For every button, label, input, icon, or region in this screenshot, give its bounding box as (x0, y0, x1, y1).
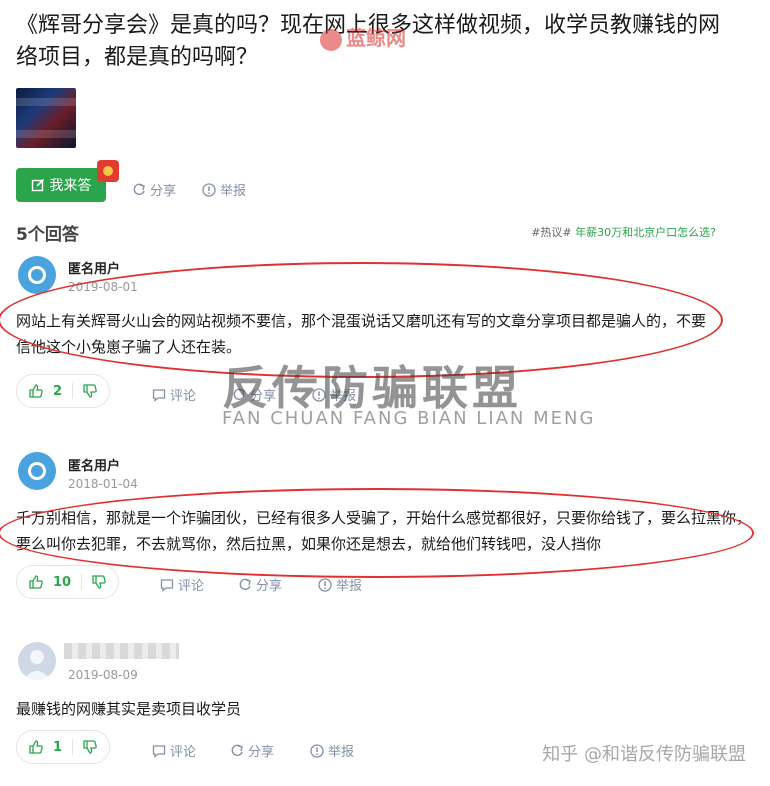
report-label: 举报 (328, 745, 355, 760)
stamp-text: 蓝鲸网 (346, 26, 406, 50)
center-watermark-en: FAN CHUAN FANG BIAN LIAN MENG (222, 408, 596, 429)
hot-topic[interactable]: #热议# 年薪30万和北京户口怎么选? (531, 224, 716, 240)
share-label: 分享 (248, 745, 275, 760)
share-label: 分享 (256, 579, 283, 594)
report-button[interactable]: 举报 (318, 575, 362, 594)
thumb-down-icon[interactable] (92, 575, 106, 589)
report-icon (318, 577, 332, 592)
footer-watermark: 知乎 @和谐反传防骗联盟 (542, 744, 746, 765)
hot-tag: #热议# (531, 226, 572, 239)
share-label: 分享 (150, 184, 177, 199)
share-icon (239, 578, 251, 590)
avatar[interactable] (18, 642, 56, 680)
comment-label: 评论 (170, 745, 197, 760)
answer-button[interactable]: 我来答 (16, 168, 106, 202)
default-avatar-icon (23, 650, 51, 680)
comment-icon (152, 744, 166, 758)
comment-icon (152, 388, 166, 402)
share-button[interactable]: 分享 (238, 575, 282, 594)
comment-button[interactable]: 评论 (152, 385, 196, 404)
answer-username[interactable]: 匿名用户 (68, 258, 120, 277)
share-icon (133, 183, 145, 195)
answer-username[interactable]: 匿名用户 (68, 455, 120, 474)
avatar[interactable] (18, 452, 56, 490)
vote-control[interactable]: 2 (16, 374, 111, 408)
hot-link[interactable]: 年薪30万和北京户口怎么选? (575, 226, 716, 239)
report-icon (310, 743, 324, 758)
share-icon (231, 744, 243, 756)
thumb-down-icon[interactable] (83, 740, 97, 754)
avatar[interactable] (18, 256, 56, 294)
comment-button[interactable]: 评论 (160, 575, 204, 594)
answer-text: 最赚钱的网赚其实是卖项目收学员 (16, 700, 242, 718)
question-thumbnail[interactable] (16, 88, 76, 148)
report-icon (202, 182, 216, 197)
report-button[interactable]: 举报 (310, 741, 354, 760)
report-label: 举报 (220, 184, 247, 199)
comment-label: 评论 (178, 579, 205, 594)
stamp-icon (320, 28, 342, 51)
share-button[interactable]: 分享 (230, 741, 274, 760)
blurred-username[interactable] (64, 643, 179, 659)
stamp-watermark: 蓝鲸网 (320, 22, 470, 51)
upvote-count: 1 (53, 739, 63, 755)
thumb-up-icon[interactable] (29, 575, 43, 589)
report-label: 举报 (336, 579, 363, 594)
thumb-up-icon[interactable] (29, 740, 43, 754)
thumb-up-icon[interactable] (29, 384, 43, 398)
comment-icon (160, 578, 174, 592)
answer-date: 2018-01-04 (68, 477, 138, 491)
edit-icon (31, 178, 44, 192)
vote-control[interactable]: 1 (16, 730, 111, 764)
question-share-button[interactable]: 分享 (132, 180, 176, 199)
answers-count: 5个回答 (16, 225, 79, 245)
comment-button[interactable]: 评论 (152, 741, 196, 760)
answer-button-label: 我来答 (49, 178, 92, 194)
upvote-count: 10 (53, 574, 72, 590)
vote-control[interactable]: 10 (16, 565, 120, 599)
red-packet-icon[interactable] (97, 160, 119, 182)
question-report-button[interactable]: 举报 (202, 180, 246, 199)
thumb-down-icon[interactable] (83, 384, 97, 398)
answer-date: 2019-08-09 (68, 668, 138, 682)
comment-label: 评论 (170, 389, 197, 404)
annotation-ellipse (0, 488, 754, 578)
upvote-count: 2 (53, 383, 63, 399)
